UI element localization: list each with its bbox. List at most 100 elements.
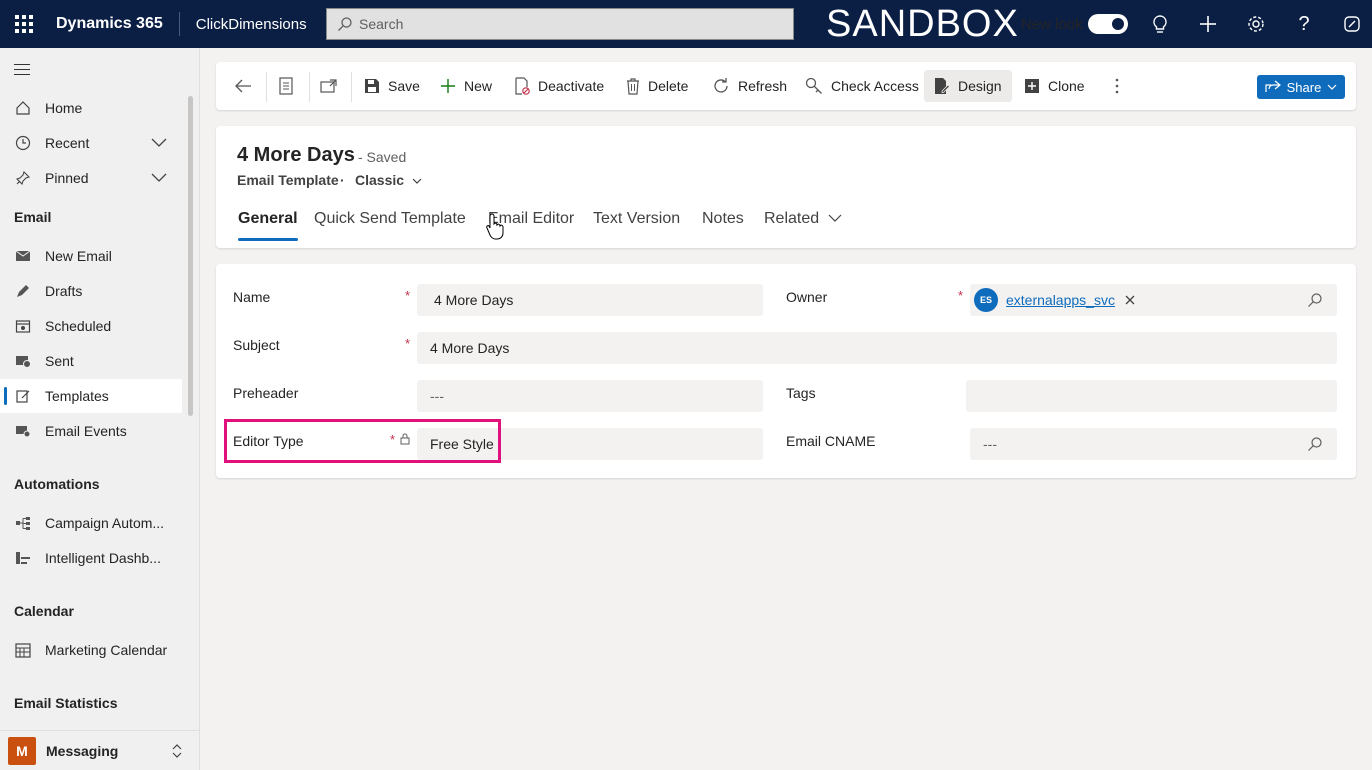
lightbulb-icon[interactable] (1148, 12, 1172, 36)
document-icon (279, 77, 293, 95)
sidebar-item-new-email[interactable]: New Email (0, 239, 182, 273)
required-indicator: * (958, 288, 964, 303)
sidebar-item-home[interactable]: Home (0, 91, 182, 125)
separator-dot: · (340, 172, 345, 188)
record-header: 4 More Days - Saved Email Template · Cla… (216, 126, 1356, 248)
more-commands-button[interactable] (1114, 70, 1120, 102)
search-icon[interactable] (1307, 436, 1323, 452)
tags-field[interactable] (966, 380, 1337, 412)
plus-icon[interactable] (1196, 12, 1220, 36)
section-heading-email: Email (14, 209, 52, 225)
gear-icon[interactable] (1244, 12, 1268, 36)
design-button[interactable]: Design (924, 70, 1012, 102)
search-input[interactable]: Search (326, 8, 794, 40)
app-launcher-button[interactable] (0, 0, 48, 48)
email-cname-lookup[interactable]: --- (970, 428, 1337, 460)
tab-quick-send-template[interactable]: Quick Send Template (314, 210, 466, 228)
sent-icon (14, 352, 32, 370)
sidebar-item-label: Templates (45, 388, 109, 404)
deactivate-button[interactable]: Deactivate (514, 70, 604, 102)
form-selector[interactable]: Classic (355, 172, 422, 188)
section-heading-email-statistics: Email Statistics (14, 695, 118, 711)
preheader-label: Preheader (233, 385, 299, 401)
save-button[interactable]: Save (364, 70, 420, 102)
copilot-icon[interactable] (1340, 12, 1364, 36)
sidebar-item-label: Campaign Autom... (45, 515, 165, 531)
sidebar-scrollbar[interactable] (188, 96, 193, 416)
name-field[interactable]: 4 More Days (417, 284, 763, 316)
new-look-label: New look (1021, 16, 1083, 33)
deactivate-icon (515, 77, 530, 95)
save-icon (365, 79, 379, 93)
tab-related[interactable]: Related (764, 210, 842, 228)
owner-link[interactable]: externalapps_svc (1006, 292, 1115, 308)
sidebar-item-email-events[interactable]: Email Events (0, 414, 182, 448)
tags-label: Tags (786, 385, 816, 401)
sidebar-item-intelligent-dashboard[interactable]: Intelligent Dashb... (0, 541, 182, 575)
hand-cursor-icon (486, 213, 504, 240)
help-icon[interactable]: ? (1292, 12, 1316, 36)
tab-notes[interactable]: Notes (702, 210, 744, 228)
chevron-down-icon (828, 214, 842, 222)
plus-icon (441, 79, 455, 93)
owner-chip[interactable]: ES externalapps_svc (974, 288, 1135, 312)
back-button[interactable] (234, 70, 252, 102)
sidebar-item-sent[interactable]: Sent (0, 344, 182, 378)
record-title: 4 More Days (237, 144, 355, 166)
clone-icon (1025, 79, 1039, 93)
share-button[interactable]: Share (1257, 75, 1345, 99)
flow-icon (14, 514, 32, 532)
more-vertical-icon (1115, 78, 1119, 94)
tab-general[interactable]: General (238, 210, 298, 241)
hamburger-menu-icon[interactable] (14, 64, 30, 79)
sidebar-item-label: Home (45, 100, 83, 116)
sidebar-item-label: Intelligent Dashb... (45, 550, 161, 566)
tab-text-version[interactable]: Text Version (593, 210, 680, 228)
area-badge: M (8, 736, 36, 765)
back-arrow-icon (235, 79, 251, 93)
open-new-window-icon (320, 79, 337, 93)
clone-label: Clone (1048, 78, 1085, 94)
owner-lookup[interactable]: ES externalapps_svc (970, 284, 1337, 316)
new-button[interactable]: New (440, 70, 492, 102)
delete-label: Delete (648, 78, 689, 94)
check-access-label: Check Access (831, 78, 919, 94)
chevron-down-icon[interactable] (150, 171, 168, 183)
design-icon (935, 78, 950, 94)
open-new-window-button[interactable] (320, 70, 338, 102)
sidebar-item-label: Recent (45, 135, 90, 151)
area-name: Messaging (46, 742, 119, 759)
divider (266, 72, 267, 102)
sidebar-item-templates[interactable]: Templates (0, 379, 182, 413)
form-name: Classic (355, 172, 405, 188)
subject-field[interactable]: 4 More Days (417, 332, 1337, 364)
sidebar-item-pinned[interactable]: Pinned (0, 161, 182, 195)
delete-button[interactable]: Delete (626, 70, 688, 102)
sidebar-item-campaign-automation[interactable]: Campaign Autom... (0, 506, 182, 540)
sidebar-item-recent[interactable]: Recent (0, 126, 182, 160)
sidebar-item-marketing-calendar[interactable]: Marketing Calendar (0, 633, 182, 667)
section-heading-calendar: Calendar (14, 603, 74, 619)
command-bar: Save New Deactivate Delete Refresh Check… (216, 62, 1356, 110)
sitemap-sidebar: Home Recent Pinned Email New Email Draft… (0, 48, 200, 770)
refresh-button[interactable]: Refresh (712, 70, 787, 102)
area-switcher[interactable]: M Messaging (0, 730, 199, 770)
sidebar-item-scheduled[interactable]: Scheduled (0, 309, 182, 343)
new-look-toggle[interactable] (1088, 14, 1128, 34)
chevron-down-icon[interactable] (150, 136, 168, 148)
search-placeholder: Search (359, 16, 404, 32)
close-icon[interactable] (1125, 295, 1135, 305)
app-title[interactable]: Dynamics 365 (48, 12, 180, 36)
divider (309, 72, 310, 102)
search-icon[interactable] (1307, 292, 1323, 308)
share-icon (1265, 80, 1281, 92)
form-view-button[interactable] (279, 70, 293, 102)
preheader-field[interactable]: --- (417, 380, 763, 412)
events-icon (14, 422, 32, 440)
draft-icon (14, 282, 32, 300)
waffle-icon (15, 15, 33, 33)
check-access-button[interactable]: Check Access (805, 70, 919, 102)
sidebar-item-drafts[interactable]: Drafts (0, 274, 182, 308)
save-label: Save (388, 78, 420, 94)
clone-button[interactable]: Clone (1024, 70, 1085, 102)
